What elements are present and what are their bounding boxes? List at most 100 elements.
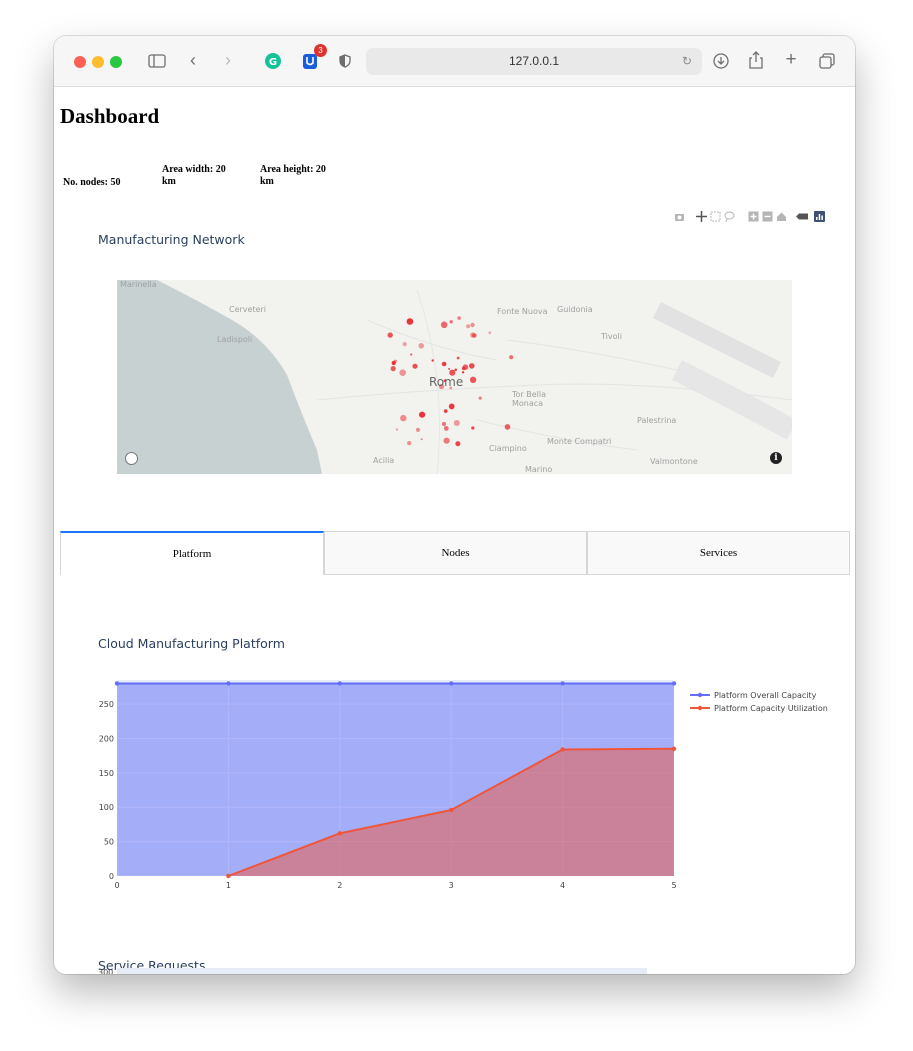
data-point[interactable] — [560, 747, 565, 752]
node-marker[interactable] — [461, 371, 465, 374]
node-marker[interactable] — [462, 364, 469, 370]
reset-view-icon[interactable] — [776, 211, 787, 222]
node-marker[interactable] — [448, 367, 451, 370]
tab-overview-icon[interactable] — [819, 53, 835, 73]
data-point[interactable] — [560, 681, 565, 686]
node-marker[interactable] — [390, 366, 396, 372]
minimize-window-button[interactable] — [92, 56, 104, 68]
network-map[interactable]: Marinella Cerveteri Ladispoli Fonte Nuov… — [117, 280, 792, 474]
node-marker[interactable] — [488, 331, 492, 335]
node-marker[interactable] — [407, 441, 412, 446]
data-point[interactable] — [671, 681, 677, 686]
node-marker[interactable] — [457, 316, 461, 320]
node-marker[interactable] — [478, 396, 482, 400]
data-point[interactable] — [226, 873, 231, 879]
node-marker[interactable] — [440, 321, 448, 329]
platform-chart-title: Cloud Manufacturing Platform — [98, 636, 285, 651]
node-marker[interactable] — [418, 343, 425, 349]
downloads-icon[interactable] — [713, 53, 729, 73]
node-marker[interactable] — [443, 437, 450, 444]
node-marker[interactable] — [395, 428, 399, 431]
node-marker[interactable] — [469, 363, 475, 369]
box-select-icon[interactable] — [710, 211, 721, 222]
hover-toggle-icon[interactable] — [796, 211, 808, 222]
map-label-monte-compatri: Monte Compatri — [547, 437, 612, 446]
node-marker[interactable] — [470, 332, 476, 338]
node-marker[interactable] — [443, 426, 449, 431]
legend-item[interactable]: Platform Capacity Utilization — [714, 704, 828, 713]
node-marker[interactable] — [402, 342, 407, 347]
reload-icon[interactable]: ↻ — [682, 48, 692, 75]
x-tick-label: 0 — [114, 881, 119, 890]
y-tick-label: 50 — [104, 838, 114, 847]
share-icon[interactable] — [748, 51, 764, 73]
plotly-logo-icon[interactable] — [814, 211, 825, 222]
node-marker[interactable] — [443, 409, 448, 413]
node-marker[interactable] — [469, 376, 477, 383]
node-marker[interactable] — [504, 424, 511, 430]
node-marker[interactable] — [400, 414, 407, 422]
node-marker[interactable] — [415, 427, 421, 432]
tab-nodes[interactable]: Nodes — [324, 531, 587, 575]
map-label-guidonia: Guidonia — [557, 305, 593, 314]
camera-icon[interactable] — [674, 211, 685, 222]
node-marker[interactable] — [420, 438, 423, 441]
node-marker[interactable] — [453, 420, 460, 426]
node-marker[interactable] — [455, 441, 461, 447]
new-tab-icon[interactable]: + — [783, 50, 799, 69]
node-marker[interactable] — [387, 332, 393, 338]
node-marker[interactable] — [407, 318, 411, 322]
node-marker[interactable] — [419, 411, 426, 418]
node-marker[interactable] — [431, 359, 434, 362]
data-point[interactable] — [337, 831, 342, 836]
node-marker[interactable] — [470, 322, 475, 328]
node-marker[interactable] — [471, 426, 475, 430]
privacy-shield-icon[interactable] — [338, 54, 352, 68]
tab-platform[interactable]: Platform — [60, 531, 324, 575]
data-point[interactable] — [449, 807, 454, 813]
zoom-out-icon[interactable] — [762, 211, 773, 222]
data-point[interactable] — [114, 681, 120, 686]
tab-services[interactable]: Services — [587, 531, 850, 575]
node-marker[interactable] — [456, 356, 460, 360]
data-point[interactable] — [671, 746, 677, 751]
legend-marker — [697, 692, 703, 698]
x-tick-label: 2 — [337, 881, 342, 890]
pan-icon[interactable] — [696, 211, 707, 222]
map-label-rome: Rome — [429, 375, 464, 389]
legend-item[interactable]: Platform Overall Capacity — [714, 691, 817, 700]
grammarly-extension-icon[interactable]: G — [265, 53, 281, 69]
node-marker[interactable] — [391, 360, 396, 366]
map-label-valmontone: Valmontone — [650, 457, 698, 466]
node-marker[interactable] — [410, 353, 413, 356]
node-marker[interactable] — [412, 363, 418, 369]
zoom-window-button[interactable] — [110, 56, 122, 68]
page-content: Dashboard No. nodes: 50 Area width: 20 k… — [54, 87, 855, 974]
node-marker[interactable] — [466, 324, 471, 329]
node-marker[interactable] — [406, 318, 414, 325]
node-marker[interactable] — [448, 403, 455, 410]
address-bar[interactable]: 127.0.0.1 ↻ — [366, 48, 702, 75]
service-chart[interactable] — [117, 968, 647, 974]
sidebar-toggle-icon[interactable] — [148, 54, 166, 72]
lasso-select-icon[interactable] — [724, 211, 735, 223]
node-marker[interactable] — [441, 421, 447, 427]
data-point[interactable] — [449, 681, 454, 686]
y-tick-label: 250 — [99, 700, 114, 709]
zoom-in-icon[interactable] — [748, 211, 759, 222]
forward-icon[interactable]: › — [222, 51, 234, 69]
mapbox-logo-icon[interactable] — [125, 452, 138, 465]
data-point[interactable] — [337, 681, 342, 686]
map-info-icon[interactable]: i — [770, 452, 782, 464]
svg-text:G: G — [269, 57, 277, 68]
data-point[interactable] — [226, 681, 231, 686]
node-marker[interactable] — [449, 320, 453, 324]
node-marker[interactable] — [399, 369, 407, 376]
node-marker[interactable] — [454, 368, 458, 372]
back-icon[interactable]: ‹ — [187, 51, 199, 69]
map-label-marinella: Marinella — [120, 280, 157, 289]
close-window-button[interactable] — [74, 56, 86, 68]
platform-capacity-chart[interactable]: 0 50 100 150 200 250 0 1 2 3 4 5 Platform Overall Ca… — [54, 672, 855, 902]
node-marker[interactable] — [509, 355, 514, 360]
node-marker[interactable] — [441, 361, 447, 367]
